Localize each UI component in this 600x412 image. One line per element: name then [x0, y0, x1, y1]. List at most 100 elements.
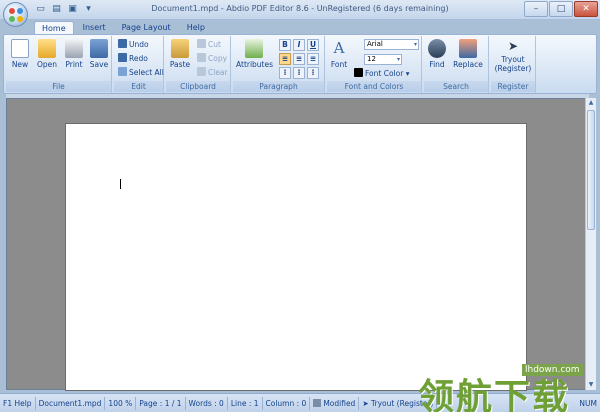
status-zoom[interactable]: 100 %: [105, 396, 137, 410]
status-line: Line : 1: [228, 396, 263, 410]
bold-button[interactable]: B: [279, 39, 291, 51]
group-label-clipboard: Clipboard: [166, 81, 230, 92]
numbered-list-icon: ⁝: [297, 68, 301, 77]
redo-icon: [118, 53, 127, 62]
binoculars-icon: [428, 39, 446, 58]
attributes-button[interactable]: Attributes: [236, 39, 274, 69]
redo-button[interactable]: Redo: [118, 53, 148, 65]
orb-green-dot: [9, 16, 15, 22]
chevron-down-icon: ▾: [396, 56, 400, 63]
status-words: Words : 0: [186, 396, 228, 410]
document-workspace: [6, 98, 589, 391]
group-label-register: Register: [491, 81, 535, 92]
group-paragraph: Attributes B I U ≡ ≡ ≡ ⁝ ⁝ ⁝ Paragraph: [233, 36, 325, 93]
status-page: Page : 1 / 1: [136, 396, 186, 410]
font-button[interactable]: A Font: [329, 39, 349, 69]
align-right-icon: ≡: [309, 54, 317, 63]
align-center-icon: ≡: [295, 54, 303, 63]
font-size-value: 12: [367, 55, 376, 63]
font-color-button[interactable]: Font Color ▾: [354, 68, 409, 80]
status-tryout-label: Tryout (Register): [371, 398, 434, 408]
tab-home[interactable]: Home: [34, 21, 74, 35]
scrollbar-thumb[interactable]: [587, 110, 595, 230]
orb-blue-dot: [17, 8, 23, 14]
font-size-dropdown[interactable]: 12 ▾: [364, 54, 402, 65]
title-bar: ▭ ▤ ▣ ▾ Document1.mpd - Abdio PDF Editor…: [0, 0, 600, 27]
chevron-down-icon: ▾: [405, 69, 410, 78]
bullet-list-icon: ⁝: [283, 68, 287, 77]
scroll-up-icon[interactable]: ▲: [586, 98, 596, 108]
indent-button[interactable]: ⁝: [307, 67, 319, 79]
app-menu-button[interactable]: [3, 2, 28, 27]
italic-button[interactable]: I: [293, 39, 305, 51]
window-title: Document1.mpd - Abdio PDF Editor 8.6 - U…: [151, 4, 449, 13]
numbered-list-button[interactable]: ⁝: [293, 67, 305, 79]
font-color-label: Font Color: [365, 69, 404, 78]
status-bar: F1 Help Document1.mpd 100 % Page : 1 / 1…: [0, 393, 600, 412]
attributes-label: Attributes: [236, 60, 274, 69]
open-button[interactable]: Open: [36, 39, 58, 69]
status-help: F1 Help: [0, 396, 36, 410]
underline-button[interactable]: U: [307, 39, 319, 51]
minimize-button[interactable]: –: [524, 1, 548, 17]
tab-page-layout[interactable]: Page Layout: [115, 21, 178, 35]
clear-button[interactable]: Clear: [197, 67, 228, 79]
status-modified-label: Modified: [323, 398, 356, 408]
cursor-icon: ➤: [507, 39, 519, 53]
undo-button[interactable]: Undo: [118, 39, 149, 51]
ribbon: New Open Print Save File Undo Redo Selec…: [3, 34, 597, 94]
replace-icon: [459, 39, 477, 58]
status-num: NUM: [579, 398, 597, 408]
tryout-label: Tryout: [501, 55, 525, 64]
tryout-button[interactable]: ➤ Tryout (Register): [493, 39, 533, 73]
group-label-paragraph: Paragraph: [233, 81, 324, 92]
group-label-edit: Edit: [114, 81, 163, 92]
font-name-dropdown[interactable]: Arial ▾: [364, 39, 419, 50]
replace-label: Replace: [453, 60, 483, 69]
cut-label: Cut: [208, 40, 221, 49]
font-icon: A: [333, 39, 345, 57]
paste-button[interactable]: Paste: [169, 39, 191, 69]
tab-insert[interactable]: Insert: [76, 21, 113, 35]
document-page[interactable]: [65, 123, 527, 391]
maximize-button[interactable]: □: [549, 1, 573, 17]
align-right-button[interactable]: ≡: [307, 53, 319, 65]
tab-help[interactable]: Help: [180, 21, 212, 35]
undo-label: Undo: [129, 40, 149, 49]
scissors-icon: [197, 39, 206, 48]
font-color-swatch-icon: [354, 68, 363, 77]
copy-button[interactable]: Copy: [197, 53, 227, 65]
bullet-list-button[interactable]: ⁝: [279, 67, 291, 79]
select-all-button[interactable]: Select All: [118, 67, 164, 79]
print-button[interactable]: Print: [63, 39, 85, 69]
group-clipboard: Paste Cut Copy Clear Clipboard: [166, 36, 231, 93]
vertical-scrollbar[interactable]: ▲ ▼: [585, 98, 596, 390]
find-button[interactable]: Find: [427, 39, 447, 69]
font-label: Font: [330, 60, 348, 69]
cursor-icon: ➤: [362, 398, 369, 408]
close-button[interactable]: ✕: [574, 1, 598, 17]
cut-button[interactable]: Cut: [197, 39, 221, 51]
folder-icon: [38, 39, 56, 58]
floppy-icon: [90, 39, 108, 58]
replace-button[interactable]: Replace: [452, 39, 484, 69]
scroll-down-icon[interactable]: ▼: [586, 380, 596, 390]
status-modified: Modified: [310, 396, 360, 410]
paste-label: Paste: [169, 60, 191, 69]
new-button[interactable]: New: [11, 39, 29, 69]
status-tryout[interactable]: ➤ Tryout (Register): [359, 396, 438, 410]
group-register: ➤ Tryout (Register) Register: [491, 36, 536, 93]
align-center-button[interactable]: ≡: [293, 53, 305, 65]
status-document: Document1.mpd: [36, 396, 106, 410]
status-column: Column : 0: [263, 396, 311, 410]
font-name-value: Arial: [367, 40, 383, 48]
indent-icon: ⁝: [311, 68, 315, 77]
copy-label: Copy: [208, 54, 228, 63]
orb-yellow-dot: [17, 16, 23, 22]
print-label: Print: [65, 60, 83, 69]
align-left-button[interactable]: ≡: [279, 53, 291, 65]
save-button[interactable]: Save: [89, 39, 109, 69]
new-label: New: [11, 60, 29, 69]
group-label-search: Search: [424, 81, 488, 92]
group-label-file: File: [6, 81, 111, 92]
